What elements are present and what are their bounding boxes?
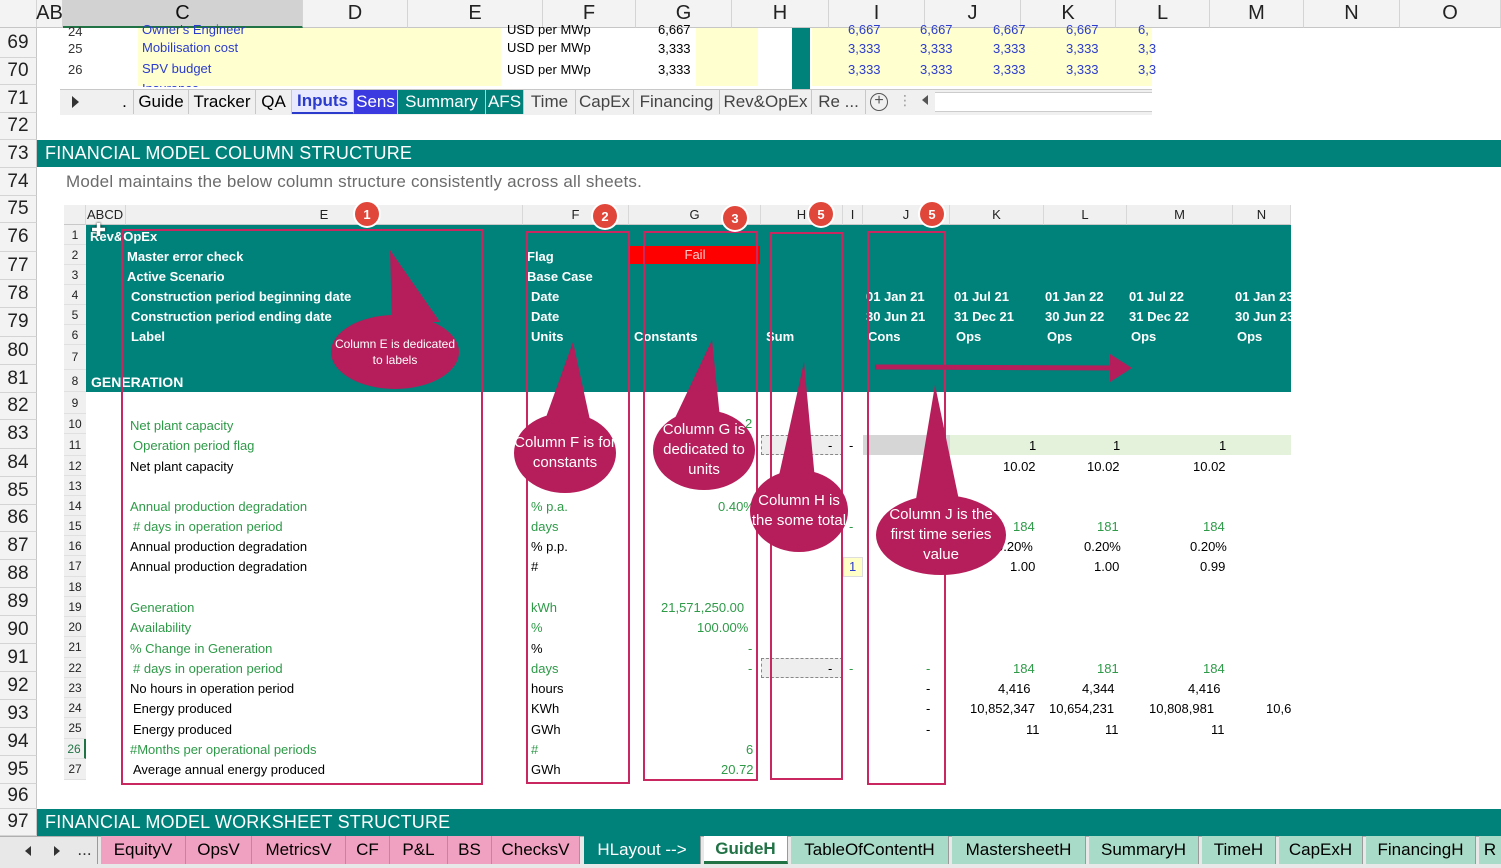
- tab-r[interactable]: R: [1479, 836, 1501, 864]
- tab-checksv[interactable]: ChecksV: [492, 836, 580, 864]
- arrow-right-icon: [1110, 354, 1132, 382]
- tab-financingh[interactable]: FinancingH: [1366, 836, 1476, 864]
- tab-hlayout[interactable]: HLayout -->: [584, 836, 701, 864]
- pointer-h: [778, 362, 815, 480]
- callout-column-j: Column J is the first time series value: [876, 495, 1006, 575]
- tab-scroll-left-icon[interactable]: [25, 846, 31, 856]
- pointer-j: [915, 385, 960, 505]
- pointer-g: [675, 340, 720, 418]
- section-title-worksheet-structure: FINANCIAL MODEL WORKSHEET STRUCTURE: [37, 809, 1501, 836]
- callout-column-e: Column E is dedicated to labels: [331, 315, 459, 389]
- tab-summaryh[interactable]: SummaryH: [1089, 836, 1199, 864]
- tab-capexh[interactable]: CapExH: [1279, 836, 1363, 864]
- tab-cf[interactable]: CF: [346, 836, 390, 864]
- tab-opsv[interactable]: OpsV: [186, 836, 252, 864]
- tab-equityv[interactable]: EquityV: [101, 836, 186, 864]
- callout-column-h: Column H is the some total: [750, 470, 848, 552]
- tab-pl[interactable]: P&L: [390, 836, 448, 864]
- tab-bs[interactable]: BS: [448, 836, 492, 864]
- arrow-line: [874, 364, 1119, 371]
- tab-scroll-right-icon[interactable]: [54, 846, 60, 856]
- tab-guideh[interactable]: GuideH: [704, 836, 788, 864]
- tab-metricsv[interactable]: MetricsV: [252, 836, 346, 864]
- tab-tableofcontenth[interactable]: TableOfContentH: [791, 836, 949, 864]
- callout-column-g: Column G is dedicated to units: [653, 410, 755, 490]
- pointer-e: [390, 250, 440, 322]
- tab-timeh[interactable]: TimeH: [1202, 836, 1276, 864]
- pointer-f: [545, 342, 590, 420]
- tab-mastersheeth[interactable]: MastersheetH: [952, 836, 1086, 864]
- tab-more[interactable]: ...: [72, 836, 98, 864]
- callout-column-f: Column F is for constants: [514, 413, 616, 493]
